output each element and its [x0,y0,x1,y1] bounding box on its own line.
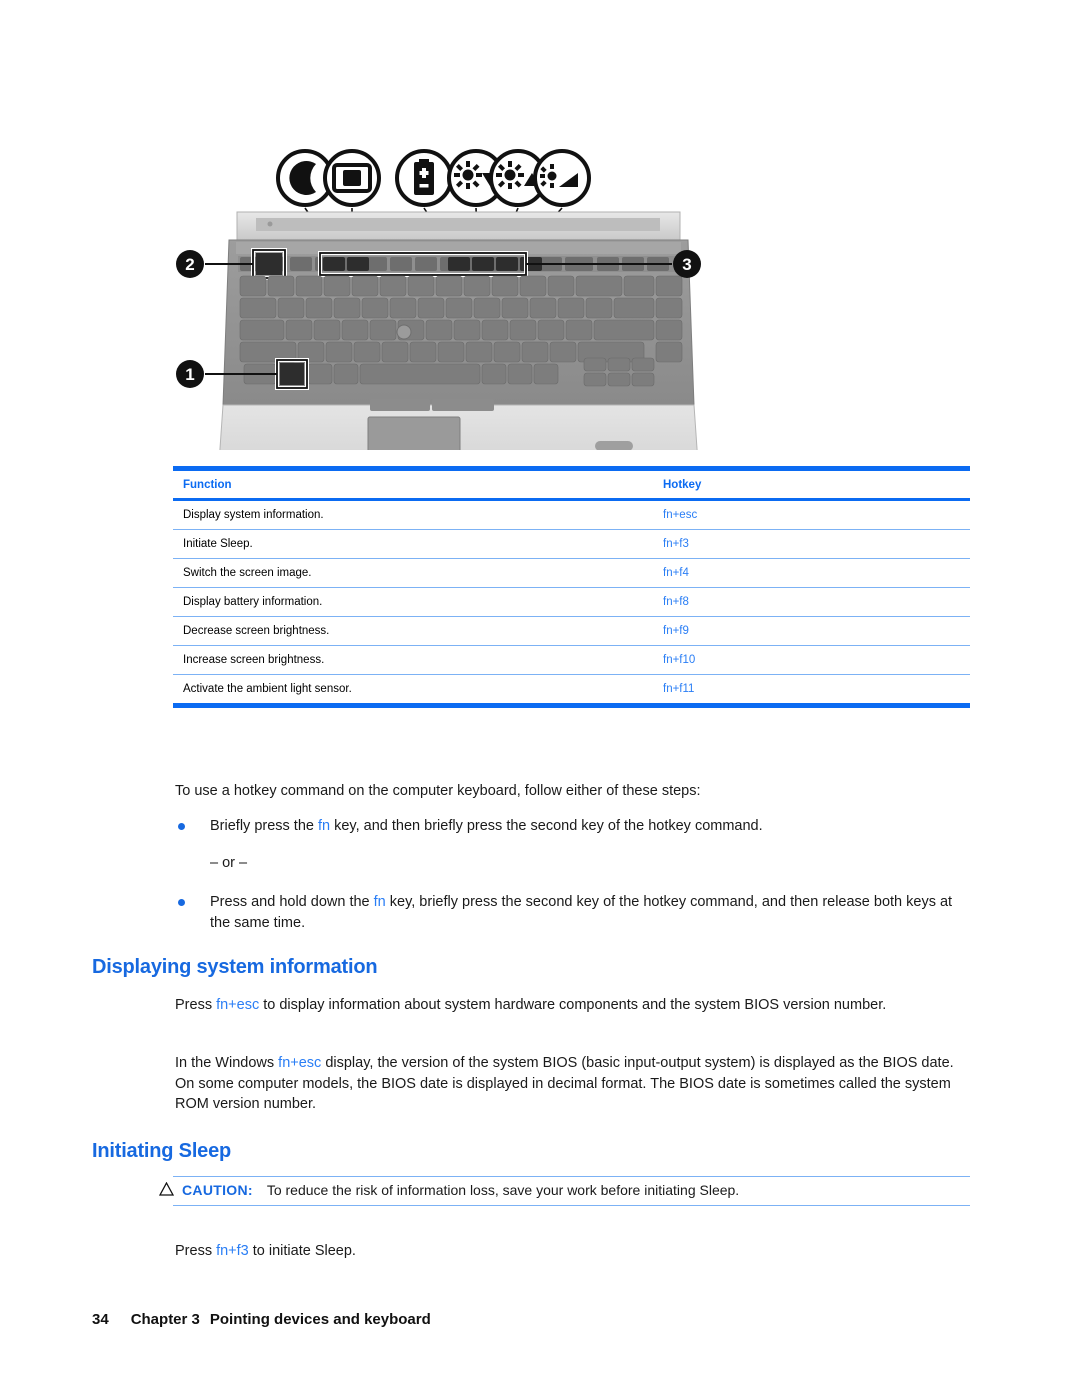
num-lock-key-highlight [251,248,287,280]
display-p1-after: to display information about system hard… [259,997,887,1013]
cell-function: Initiate Sleep. [173,529,653,559]
switch-screen-icon [323,149,381,207]
table-row: Initiate Sleep. fn+f3 [173,529,970,559]
heading-initiating-sleep: Initiating Sleep [92,1140,232,1162]
bullet-2-key: fn [373,894,386,910]
footer-page-number: 34 [92,1311,109,1328]
laptop-hotkey-illustration: 2 1 3 [0,60,1080,450]
bullet-1-text-before: Briefly press the [210,818,318,834]
column-header-hotkey: Hotkey [653,466,970,501]
ambient-light-sensor-icon [533,149,591,207]
table-row: Increase screen brightness. fn+f10 [173,645,970,675]
sleep-paragraph: Press fn+f3 to initiate Sleep. [175,1241,970,1262]
battery-icon [395,149,453,207]
hotkey-icon-row [276,149,591,207]
column-header-function: Function [173,466,653,501]
caution-note: CAUTION: To reduce the risk of informatio… [158,1176,970,1206]
bullet-item-2: Press and hold down the fn key, briefly … [178,892,968,933]
bullet-dot-icon [178,823,185,830]
caution-text: To reduce the risk of information loss, … [266,1182,740,1198]
heading-displaying-system-information: Displaying system information [92,956,378,978]
cell-hotkey: fn+esc [653,499,970,530]
cell-hotkey: fn+f9 [653,616,970,646]
callout-3-label: 3 [682,255,691,274]
warning-triangle-icon [158,1181,175,1199]
cell-hotkey: fn+f11 [653,674,970,708]
table-row: Decrease screen brightness. fn+f9 [173,616,970,646]
table-row: Display battery information. fn+f8 [173,587,970,617]
cell-function: Display battery information. [173,587,653,617]
display-paragraph-1: Press fn+esc to display information abou… [175,995,970,1016]
cell-function: Display system information. [173,499,653,530]
table-row: Display system information. fn+esc [173,499,970,530]
footer-chapter-title: Pointing devices and keyboard [209,1311,431,1328]
callout-1-label: 1 [185,365,194,384]
sleep-p1-after: to initiate Sleep. [248,1243,356,1259]
or-separator: – or – [210,855,248,871]
cell-function: Activate the ambient light sensor. [173,674,653,708]
bullet-2-text-before: Press and hold down the [210,894,374,910]
cell-hotkey: fn+f4 [653,558,970,588]
display-p1-key: fn+esc [216,997,260,1013]
callout-2-label: 2 [185,255,194,274]
table-row: Activate the ambient light sensor. fn+f11 [173,674,970,708]
fn-key-highlight [275,358,309,390]
sleep-p1-before: Press [175,1243,217,1259]
cell-function: Switch the screen image. [173,558,653,588]
sleep-p1-key: fn+f3 [216,1243,249,1259]
cell-function: Decrease screen brightness. [173,616,653,646]
bullet-dot-icon [178,899,185,906]
display-p2-before: In the Windows [175,1055,279,1071]
bullet-item-1: Briefly press the fn key, and then brief… [178,816,968,837]
page-footer: 34 Chapter 3 Pointing devices and keyboard [92,1311,431,1328]
intro-lead-paragraph: To use a hotkey command on the computer … [175,783,701,799]
hotkey-table: Function Hotkey Display system informati… [173,466,970,708]
footer-chapter: Chapter 3 [130,1311,200,1328]
display-p1-before: Press [175,997,217,1013]
cell-function: Increase screen brightness. [173,645,653,675]
display-paragraph-2: In the Windows fn+esc display, the versi… [175,1053,970,1115]
cell-hotkey: fn+f3 [653,529,970,559]
cell-hotkey: fn+f10 [653,645,970,675]
bullet-1-text-after: key, and then briefly press the second k… [330,818,763,834]
display-p2-key: fn+esc [278,1055,322,1071]
cell-hotkey: fn+f8 [653,587,970,617]
caution-label: CAUTION: [182,1182,253,1198]
table-row: Switch the screen image. fn+f4 [173,558,970,588]
table-header-row: Function Hotkey [173,466,970,501]
bullet-1-key: fn [318,818,331,834]
